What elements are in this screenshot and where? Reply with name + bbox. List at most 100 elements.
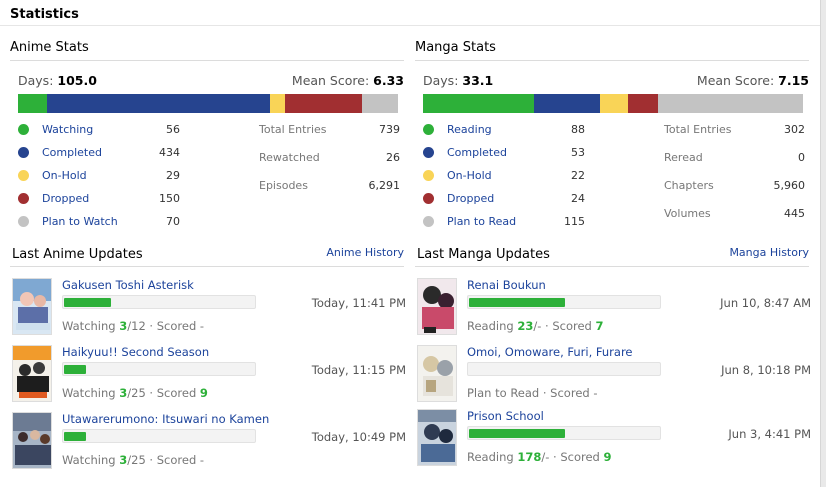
status-label[interactable]: Plan to Read <box>447 210 516 233</box>
manga-status-on-hold[interactable]: On-Hold 22 <box>423 164 585 187</box>
anime-status-completed[interactable]: Completed 434 <box>18 141 180 164</box>
status-label[interactable]: Dropped <box>42 187 89 210</box>
anime-rewatched: Rewatched 26 <box>259 149 400 177</box>
update-title-link[interactable]: Utawarerumono: Itsuwari no Kamen <box>62 412 269 426</box>
anime-status-dropped[interactable]: Dropped 150 <box>18 187 180 210</box>
anime-status-watching[interactable]: Watching 56 <box>18 118 180 141</box>
update-status: Reading 178/- · Scored 9 <box>467 450 612 464</box>
circle-icon <box>423 193 434 204</box>
manga-totals: Total Entries 302 Reread 0 Chapters 5,960 V… <box>664 121 805 233</box>
progress-track <box>62 295 256 309</box>
update-time: Jun 3, 4:41 PM <box>728 427 811 441</box>
manga-updates-header: Last Manga Updates Manga History <box>415 245 809 267</box>
update-time: Today, 10:49 PM <box>311 430 406 444</box>
update-title-link[interactable]: Haikyuu!! Second Season <box>62 345 209 359</box>
manga-days-row: Days: 33.1 Mean Score: 7.15 <box>415 68 809 94</box>
status-label[interactable]: Dropped <box>447 187 494 210</box>
manga-history-link[interactable]: Manga History <box>729 246 809 259</box>
total-label: Volumes <box>664 207 711 220</box>
manga-status-list: Reading 88 Completed 53 On-Hold 22 Dropped 2… <box>423 118 585 233</box>
score-value: 9 <box>199 386 208 400</box>
anime-status-plan-to-watch[interactable]: Plan to Watch 70 <box>18 210 180 233</box>
page-scrollbar-edge[interactable] <box>820 0 826 487</box>
manga-days: Days: 33.1 <box>423 73 493 88</box>
anime-status-list: Watching 56 Completed 434 On-Hold 29 Droppe… <box>18 118 180 233</box>
circle-icon <box>423 124 434 135</box>
manga-days-label: Days: <box>423 73 459 88</box>
update-title-link[interactable]: Gakusen Toshi Asterisk <box>62 278 194 292</box>
anime-status-on-hold[interactable]: On-Hold 29 <box>18 164 180 187</box>
circle-icon <box>18 216 29 227</box>
status-text: /25 · Scored <box>127 386 200 400</box>
status-label[interactable]: Watching <box>42 118 93 141</box>
progress-count: 23 <box>517 319 534 333</box>
status-label[interactable]: Completed <box>447 141 507 164</box>
progress-count: 178 <box>517 450 542 464</box>
manga-status-plan-to-read[interactable]: Plan to Read 115 <box>423 210 585 233</box>
manga-status-completed[interactable]: Completed 53 <box>423 141 585 164</box>
total-label: Reread <box>664 151 703 164</box>
manga-status-reading[interactable]: Reading 88 <box>423 118 585 141</box>
status-text: /- · Scored <box>533 319 596 333</box>
status-text: Watching <box>62 386 120 400</box>
anime-mean-label: Mean Score: <box>291 73 370 88</box>
progress-track <box>62 362 256 376</box>
manga-reread: Reread 0 <box>664 149 805 177</box>
cover-thumbnail[interactable] <box>12 345 52 402</box>
update-status: Plan to Read · Scored - <box>467 386 598 400</box>
anime-status-bar <box>18 94 398 113</box>
cover-thumbnail[interactable] <box>417 345 457 402</box>
status-label[interactable]: On-Hold <box>42 164 87 187</box>
circle-icon <box>18 124 29 135</box>
cover-thumbnail[interactable] <box>417 278 457 335</box>
update-time: Jun 10, 8:47 AM <box>720 296 811 310</box>
manga-bar-on-hold <box>600 94 629 113</box>
total-value: 6,291 <box>368 179 401 192</box>
total-label: Total Entries <box>259 123 327 136</box>
manga-updates-title: Last Manga Updates <box>417 247 550 262</box>
circle-icon <box>18 193 29 204</box>
anime-mean-score: Mean Score: 6.33 <box>292 73 404 88</box>
progress-fill <box>469 298 565 307</box>
status-text: Plan to Read · Scored - <box>467 386 598 400</box>
status-count: 22 <box>571 169 585 182</box>
manga-total-entries: Total Entries 302 <box>664 121 805 149</box>
status-label[interactable]: Plan to Watch <box>42 210 118 233</box>
anime-stats-panel: Anime Stats Days: 105.0 Mean Score: 6.33… <box>10 40 404 228</box>
status-text: Reading <box>467 319 518 333</box>
progress-track <box>467 362 661 376</box>
status-label[interactable]: Reading <box>447 118 492 141</box>
cover-thumbnail[interactable] <box>417 409 457 466</box>
anime-days-value: 105.0 <box>57 73 97 88</box>
manga-stats-panel: Manga Stats Days: 33.1 Mean Score: 7.15 … <box>415 40 809 228</box>
anime-update-item: Utawarerumono: Itsuwari no Kamen Today, … <box>12 412 406 474</box>
anime-history-link[interactable]: Anime History <box>326 246 404 259</box>
status-text: Watching <box>62 453 120 467</box>
anime-bar-on-hold <box>269 94 285 113</box>
update-title-link[interactable]: Prison School <box>467 409 544 423</box>
status-count: 24 <box>571 192 585 205</box>
manga-bar-dropped <box>628 94 659 113</box>
anime-stats-heading: Anime Stats <box>10 40 404 61</box>
status-count: 115 <box>564 215 585 228</box>
manga-status-dropped[interactable]: Dropped 24 <box>423 187 585 210</box>
status-label[interactable]: Completed <box>42 141 102 164</box>
title-divider <box>0 25 820 26</box>
status-text: /- · Scored <box>541 450 604 464</box>
manga-volumes: Volumes 445 <box>664 205 805 233</box>
cover-thumbnail[interactable] <box>12 412 52 469</box>
progress-fill <box>64 365 86 374</box>
total-label: Episodes <box>259 179 308 192</box>
update-title-link[interactable]: Renai Boukun <box>467 278 546 292</box>
total-label: Chapters <box>664 179 714 192</box>
cover-thumbnail[interactable] <box>12 278 52 335</box>
update-status: Watching 3/25 · Scored - <box>62 453 204 467</box>
manga-mean-score: Mean Score: 7.15 <box>697 73 809 88</box>
update-title-link[interactable]: Omoi, Omoware, Furi, Furare <box>467 345 633 359</box>
status-count: 53 <box>571 146 585 159</box>
anime-updates-header: Last Anime Updates Anime History <box>10 245 404 267</box>
anime-bar-plan-to-watch <box>361 94 398 113</box>
progress-fill <box>64 298 111 307</box>
manga-chapters: Chapters 5,960 <box>664 177 805 205</box>
status-label[interactable]: On-Hold <box>447 164 492 187</box>
